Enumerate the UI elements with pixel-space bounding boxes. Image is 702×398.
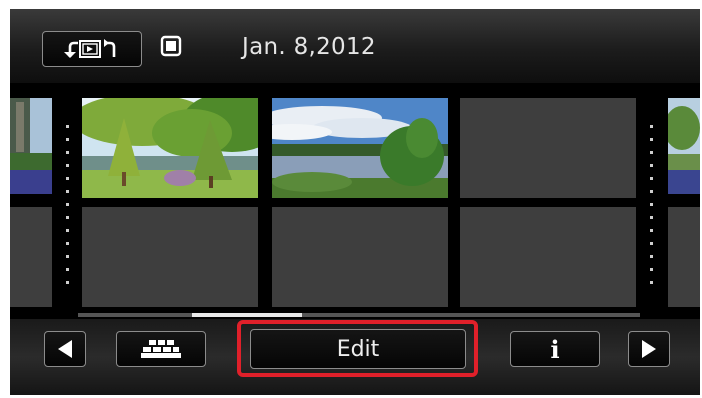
recording-date: Jan. 8,2012 xyxy=(242,34,376,60)
scroll-bar[interactable] xyxy=(78,313,640,317)
partial-thumbnail-left-top[interactable] xyxy=(10,98,52,194)
partial-thumbnail-right-bottom[interactable] xyxy=(668,207,700,307)
thumbnail-1[interactable] xyxy=(82,98,258,198)
info-button[interactable]: i xyxy=(510,331,600,367)
photo-trees-lake xyxy=(82,98,258,198)
thumbnail-5-empty[interactable] xyxy=(272,207,448,307)
previous-button[interactable] xyxy=(44,331,86,367)
scroll-dots-left xyxy=(66,125,70,294)
index-screen-icon xyxy=(141,340,181,358)
edit-button-highlight xyxy=(237,320,478,377)
thumbnail-3-empty[interactable] xyxy=(460,98,636,198)
partial-thumbnail-right-top[interactable] xyxy=(668,98,700,194)
thumbnail-grid xyxy=(10,83,700,311)
camera-lcd-screen: Jan. 8,2012 Edit i xyxy=(10,9,700,395)
left-arrow-icon xyxy=(58,340,72,358)
photo-lake-sky xyxy=(272,98,448,198)
index-screen-button[interactable] xyxy=(116,331,206,367)
memory-card-icon xyxy=(160,35,182,57)
return-playback-button[interactable] xyxy=(42,31,142,67)
thumbnail-2[interactable] xyxy=(272,98,448,198)
thumbnail-6-empty[interactable] xyxy=(460,207,636,307)
next-button[interactable] xyxy=(628,331,670,367)
partial-thumbnail-left-bottom[interactable] xyxy=(10,207,52,307)
scroll-dots-right xyxy=(650,125,654,294)
scroll-thumb[interactable] xyxy=(192,313,302,317)
return-playback-icon xyxy=(64,39,116,58)
right-arrow-icon xyxy=(642,340,656,358)
thumbnail-4-empty[interactable] xyxy=(82,207,258,307)
info-icon: i xyxy=(550,334,560,364)
